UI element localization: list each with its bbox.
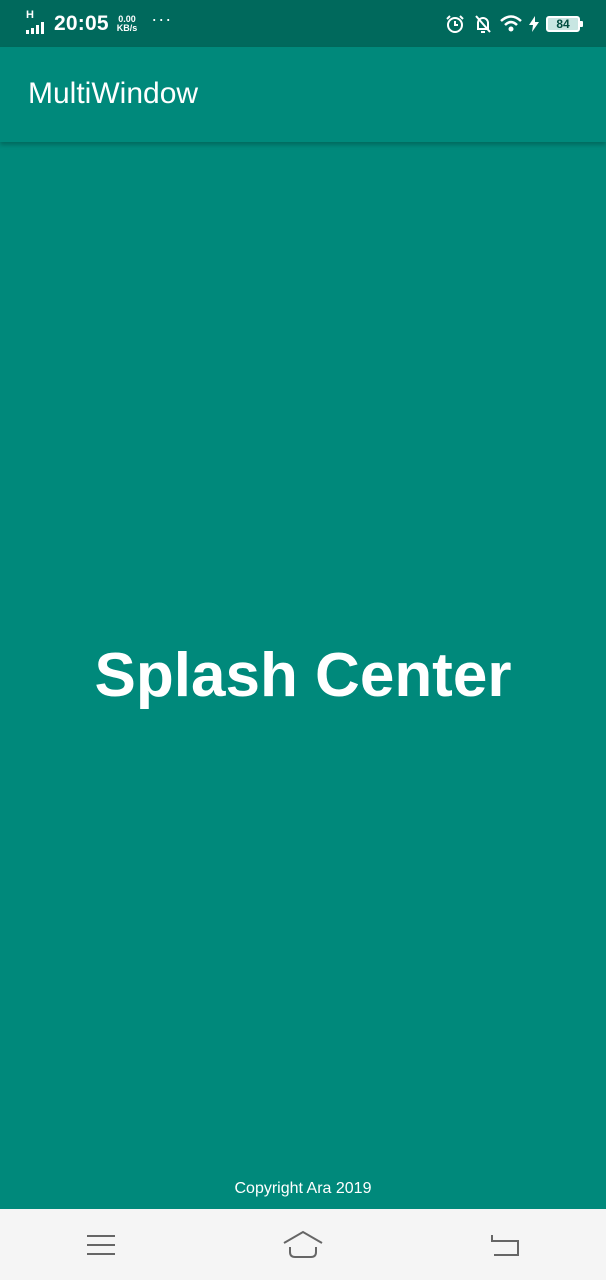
home-icon[interactable] xyxy=(273,1215,333,1275)
net-speed: 0.00 KB/s xyxy=(116,14,138,33)
net-speed-unit: KB/s xyxy=(116,22,138,33)
signal-icon: H xyxy=(26,8,50,36)
charging-icon xyxy=(528,13,540,35)
status-time: 20:05 xyxy=(54,11,109,35)
alarm-icon xyxy=(444,13,466,35)
app-bar: MultiWindow xyxy=(0,47,606,142)
status-left: H 20:05 0.00 KB/s ··· xyxy=(26,8,173,36)
back-icon[interactable] xyxy=(475,1215,535,1275)
app-title: MultiWindow xyxy=(28,76,199,110)
notifications-off-icon xyxy=(472,13,494,35)
battery-icon: 84 xyxy=(546,15,583,32)
more-notifications-icon: ··· xyxy=(151,9,173,29)
status-bar: H 20:05 0.00 KB/s ··· 84 xyxy=(0,0,606,47)
copyright-text: Copyright Ara 2019 xyxy=(234,1180,372,1197)
menu-icon[interactable] xyxy=(71,1215,131,1275)
navigation-bar xyxy=(0,1209,606,1280)
splash-title: Splash Center xyxy=(94,641,512,710)
wifi-icon xyxy=(500,13,522,35)
status-right: 84 xyxy=(444,0,583,47)
network-type: H xyxy=(26,8,34,21)
